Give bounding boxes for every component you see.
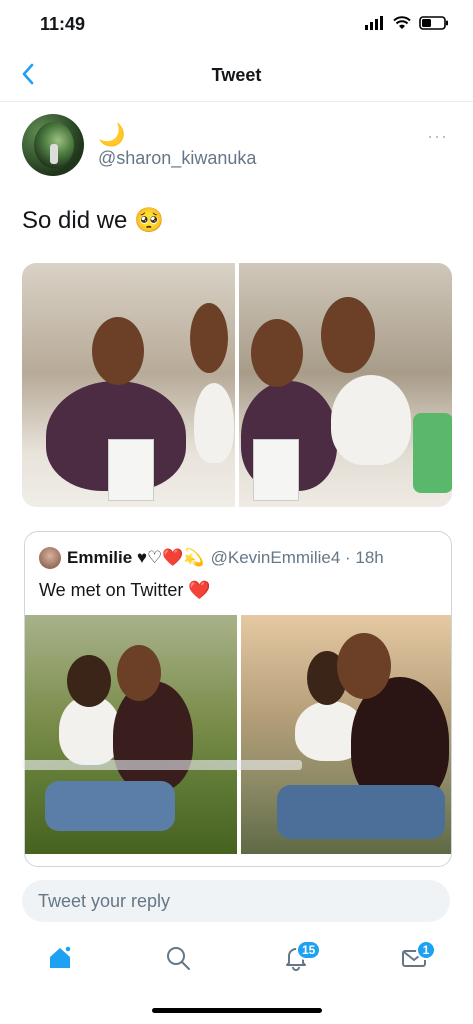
tweet-photo-2[interactable] xyxy=(239,263,452,507)
tweet-photo-1[interactable] xyxy=(22,263,235,507)
quoted-photo-1[interactable] xyxy=(25,615,237,854)
top-nav: Tweet xyxy=(0,50,473,102)
quoted-tweet[interactable]: Emmilie ♥♡❤️💫 @KevinEmmilie4 · 18h We me… xyxy=(24,531,452,867)
tab-bar: 15 1 xyxy=(0,930,473,990)
quoted-handle: @KevinEmmilie4 · 18h xyxy=(210,548,384,567)
quoted-photos xyxy=(25,615,451,854)
quoted-tweet-text: We met on Twitter ❤️ xyxy=(39,580,211,600)
avatar[interactable] xyxy=(22,114,84,176)
tweet-header: 🌙 @sharon_kiwanuka ··· xyxy=(22,112,452,182)
messages-badge: 1 xyxy=(416,940,436,960)
battery-icon xyxy=(419,16,449,35)
display-name[interactable]: 🌙 xyxy=(98,122,125,148)
status-icons xyxy=(365,16,449,35)
truncated-content xyxy=(22,760,302,770)
tab-home[interactable] xyxy=(40,940,80,980)
home-icon xyxy=(47,944,73,976)
tweet-photos xyxy=(22,263,452,507)
status-bar: 11:49 xyxy=(0,0,473,50)
status-time: 11:49 xyxy=(40,14,86,34)
tab-messages[interactable]: 1 xyxy=(394,940,436,980)
quoted-avatar xyxy=(39,547,61,569)
home-indicator xyxy=(152,1008,322,1013)
tweet-text: So did we 🥺 xyxy=(22,207,164,234)
search-icon xyxy=(165,945,191,976)
signal-icon xyxy=(365,16,385,35)
tab-notifications[interactable]: 15 xyxy=(276,940,322,980)
tweet: 🌙 @sharon_kiwanuka ··· So did we 🥺 Emmil… xyxy=(22,112,452,867)
quoted-tweet-header: Emmilie ♥♡❤️💫 @KevinEmmilie4 · 18h xyxy=(39,546,384,570)
notifications-badge: 15 xyxy=(296,940,322,960)
quoted-display-name: Emmilie ♥♡❤️💫 xyxy=(67,548,205,567)
more-options-button[interactable]: ··· xyxy=(427,126,448,147)
quoted-photo-2[interactable] xyxy=(241,615,451,854)
user-handle[interactable]: @sharon_kiwanuka xyxy=(98,148,256,169)
tab-search[interactable] xyxy=(158,940,198,980)
wifi-icon xyxy=(393,16,411,35)
page-title: Tweet xyxy=(211,65,262,85)
reply-input[interactable]: Tweet your reply xyxy=(22,880,450,922)
